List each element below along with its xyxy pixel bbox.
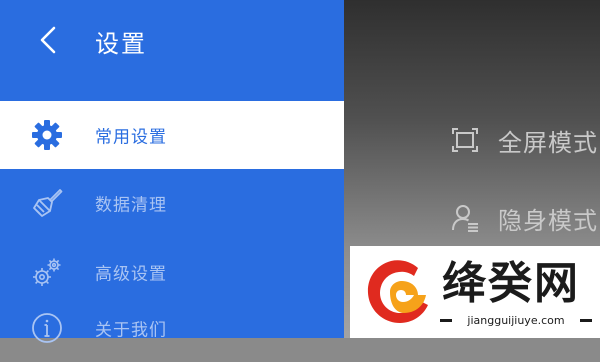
incognito-mode-option[interactable]: 隐身模式	[450, 198, 600, 238]
fullscreen-mode-option[interactable]: 全屏模式	[450, 120, 600, 160]
site-logo-icon	[360, 252, 438, 330]
gears-icon	[30, 255, 64, 289]
broom-icon	[30, 186, 64, 220]
fullscreen-mode-label: 全屏模式	[498, 128, 598, 157]
fullscreen-icon	[450, 125, 480, 155]
menu-item-label: 关于我们	[95, 320, 167, 341]
settings-drawer: 设置 常用设置 数据清理 高级设置 关于我们	[0, 0, 344, 343]
menu-item-common-settings[interactable]: 常用设置	[0, 101, 344, 169]
incognito-mode-label: 隐身模式	[498, 206, 598, 235]
gear-icon	[30, 118, 64, 152]
info-icon	[30, 311, 64, 345]
menu-item-label: 数据清理	[95, 195, 167, 216]
watermark-site-name: 绛癸网	[442, 258, 580, 309]
divider	[440, 318, 452, 322]
menu-item-label: 高级设置	[95, 264, 167, 285]
watermark-url-row: jiangguijiuye.com	[440, 312, 592, 328]
user-incognito-icon	[450, 203, 480, 233]
menu-item-data-cleanup[interactable]: 数据清理	[0, 169, 344, 237]
site-watermark: 绛癸网 jiangguijiuye.com	[350, 246, 600, 338]
page-title: 设置	[95, 30, 147, 58]
drawer-header: 设置	[0, 0, 344, 80]
menu-item-about-us[interactable]: 关于我们	[0, 294, 344, 362]
menu-item-label: 常用设置	[95, 127, 167, 148]
back-button[interactable]	[30, 22, 66, 58]
divider	[580, 318, 592, 322]
chevron-left-icon	[40, 26, 56, 54]
watermark-url: jiangguijiuye.com	[467, 313, 565, 327]
